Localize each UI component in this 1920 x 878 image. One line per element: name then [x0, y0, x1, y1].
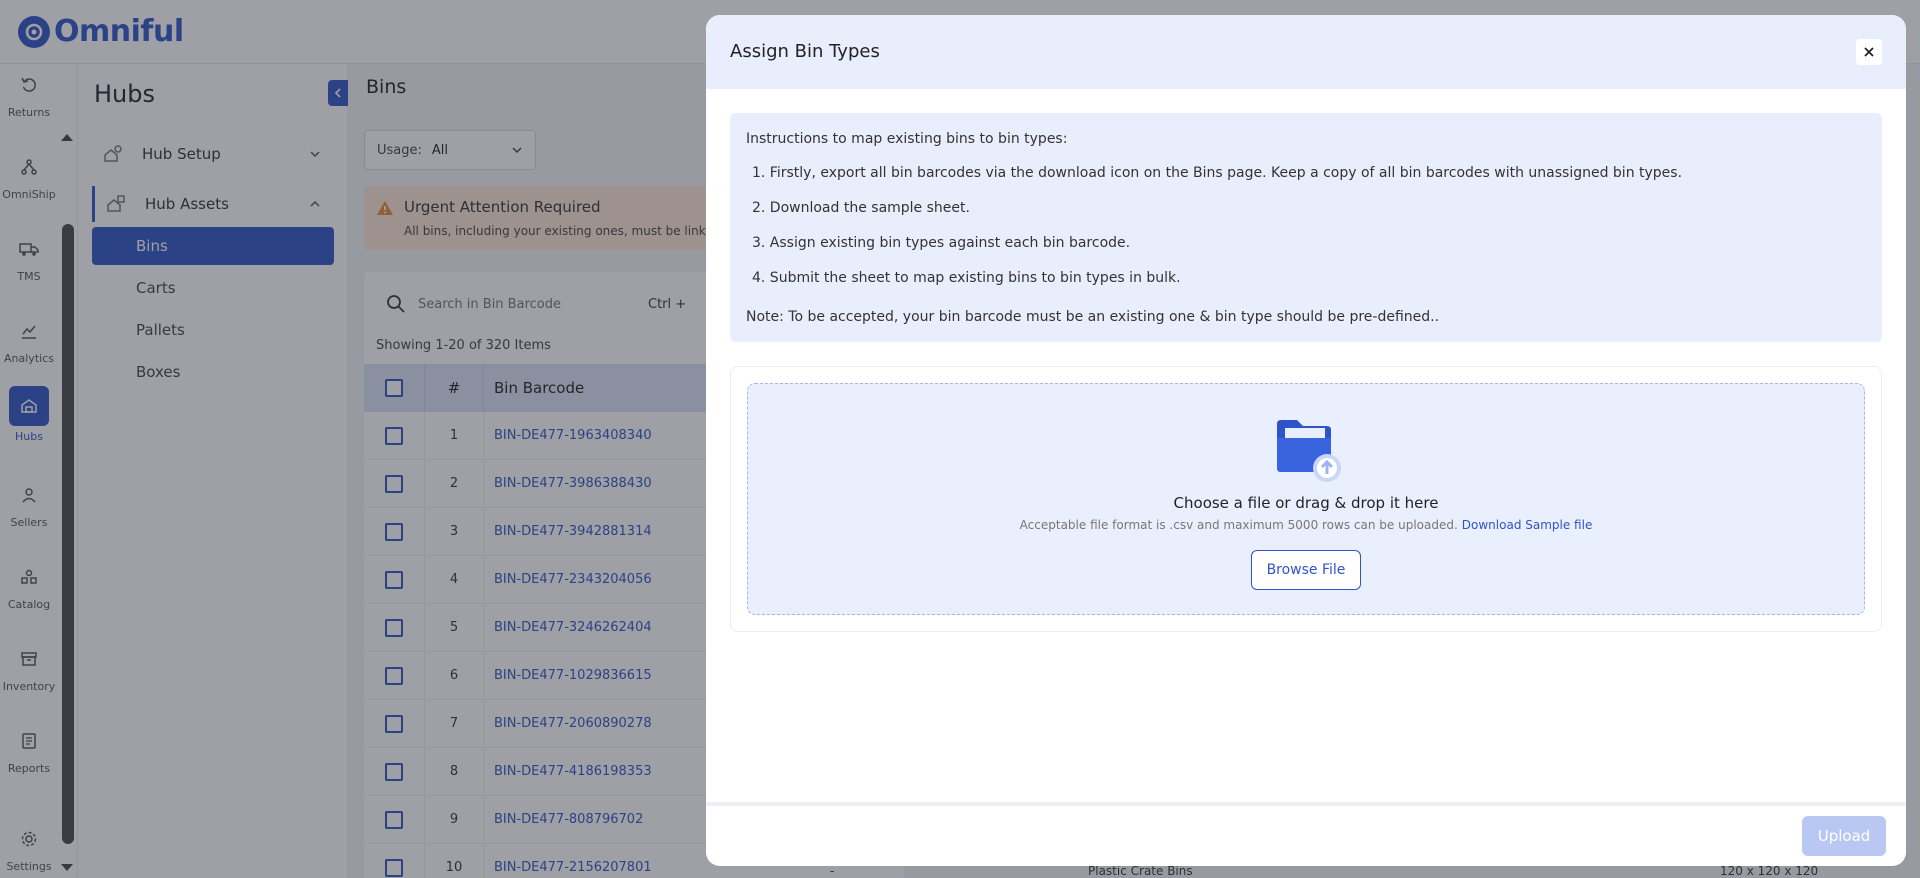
dropzone-title: Choose a file or drag & drop it here — [1173, 494, 1439, 512]
instruction-step: 2. Download the sample sheet. — [752, 200, 970, 216]
instructions-note: Note: To be accepted, your bin barcode m… — [746, 309, 1440, 325]
instruction-step: 1. Firstly, export all bin barcodes via … — [752, 165, 1683, 181]
file-dropzone[interactable]: Choose a file or drag & drop it here Acc… — [747, 383, 1865, 615]
file-format-note: Acceptable file format is .csv and maxim… — [1019, 518, 1458, 532]
instructions-panel: Instructions to map existing bins to bin… — [730, 113, 1882, 342]
upload-card: Choose a file or drag & drop it here Acc… — [730, 366, 1882, 632]
instruction-step: 3. Assign existing bin types against eac… — [752, 235, 1131, 251]
download-sample-link[interactable]: Download Sample file — [1462, 518, 1593, 532]
dropzone-subtitle: Acceptable file format is .csv and maxim… — [748, 518, 1864, 532]
modal-footer: Upload — [706, 802, 1906, 866]
instructions-heading: Instructions to map existing bins to bin… — [746, 131, 1068, 147]
upload-button[interactable]: Upload — [1802, 816, 1886, 856]
close-button[interactable] — [1856, 39, 1882, 65]
assign-bin-types-modal: Assign Bin Types Instructions to map exi… — [706, 15, 1906, 866]
close-icon — [1864, 47, 1874, 57]
folder-upload-icon — [1277, 420, 1341, 482]
browse-file-button[interactable]: Browse File — [1251, 550, 1361, 590]
modal-header: Assign Bin Types — [706, 15, 1906, 89]
instruction-step: 4. Submit the sheet to map existing bins… — [752, 270, 1181, 286]
modal-title: Assign Bin Types — [730, 41, 880, 62]
